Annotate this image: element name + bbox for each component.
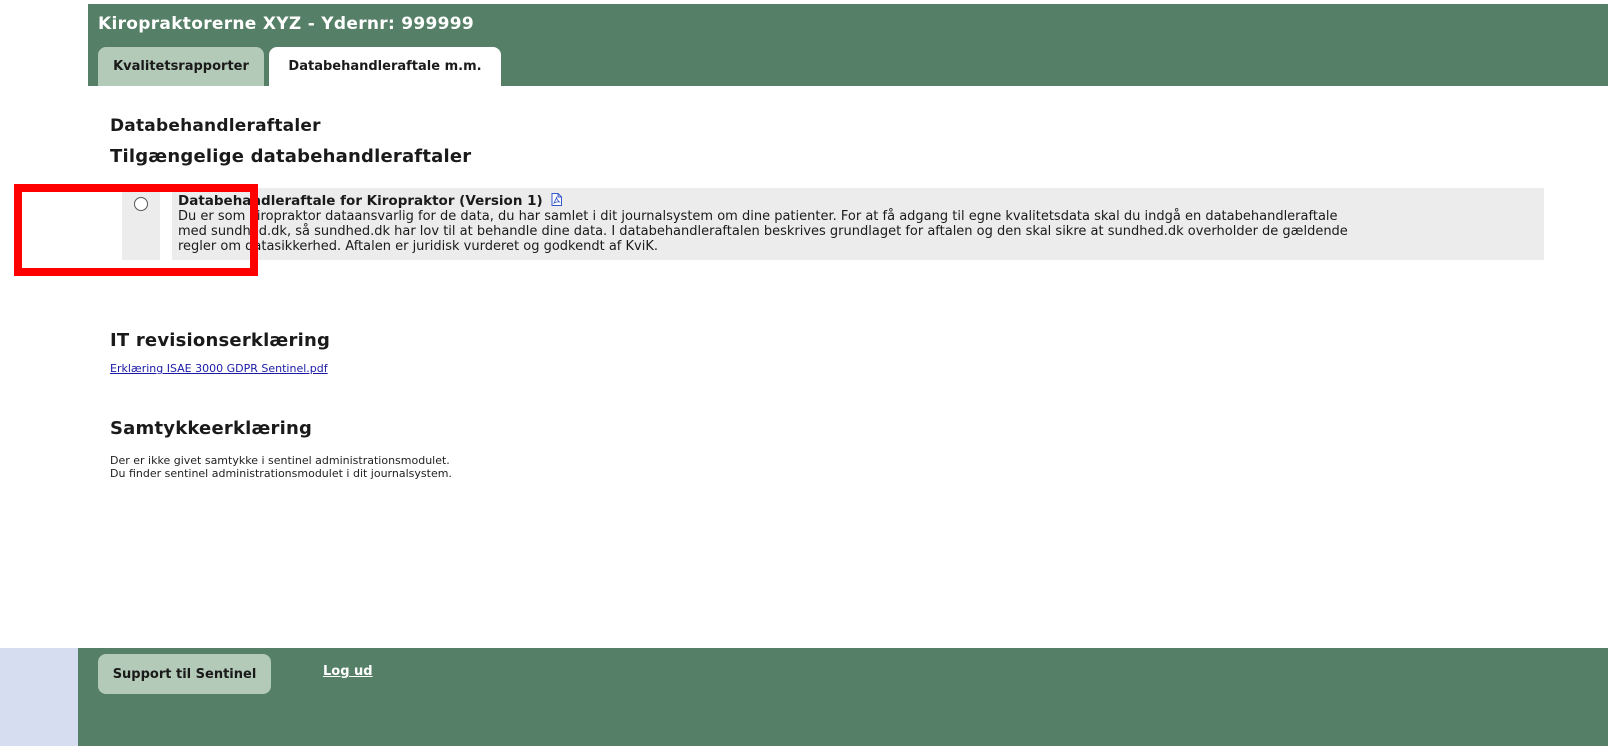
consent-line: Der er ikke givet samtykke i sentinel ad…	[110, 454, 450, 467]
agreement-description-line: Du er som kiropraktor dataansvarlig for …	[178, 209, 1338, 224]
agreement-title-line: Databehandleraftale for Kiropraktor (Ver…	[178, 193, 1538, 208]
app-header: Kiropraktorerne XYZ - Ydernr: 999999 Kva…	[88, 4, 1608, 86]
agreement-description-cell: Databehandleraftale for Kiropraktor (Ver…	[172, 188, 1544, 260]
tab-kvalitetsrapporter[interactable]: Kvalitetsrapporter	[98, 47, 264, 86]
agreement-description-line: regler om datasikkerhed. Aftalen er juri…	[178, 239, 659, 254]
it-revision-heading: IT revisionserklæring	[110, 330, 331, 351]
agreement-description-line: med sundhed.dk, så sundhed.dk har lov ti…	[178, 224, 1348, 239]
pdf-icon[interactable]	[551, 193, 563, 206]
logout-link[interactable]: Log ud	[323, 664, 373, 679]
highlight-box	[14, 184, 258, 276]
agreement-description: Du er som kiropraktor dataansvarlig for …	[178, 209, 1538, 254]
tab-databehandleraftale[interactable]: Databehandleraftale m.m.	[269, 47, 501, 86]
it-revision-pdf-link[interactable]: Erklæring ISAE 3000 GDPR Sentinel.pdf	[110, 362, 328, 375]
support-button[interactable]: Support til Sentinel	[98, 654, 271, 694]
app-title: Kiropraktorerne XYZ - Ydernr: 999999	[98, 14, 475, 34]
consent-heading: Samtykkeerklæring	[110, 418, 313, 439]
agreements-subheading: Tilgængelige databehandleraftaler	[110, 146, 472, 167]
footer-side-panel	[0, 648, 78, 746]
consent-line: Du finder sentinel administrationsmodule…	[110, 467, 452, 480]
consent-text: Der er ikke givet samtykke i sentinel ad…	[110, 454, 452, 480]
footer: Support til Sentinel Log ud	[78, 648, 1608, 746]
agreements-heading: Databehandleraftaler	[110, 116, 321, 136]
